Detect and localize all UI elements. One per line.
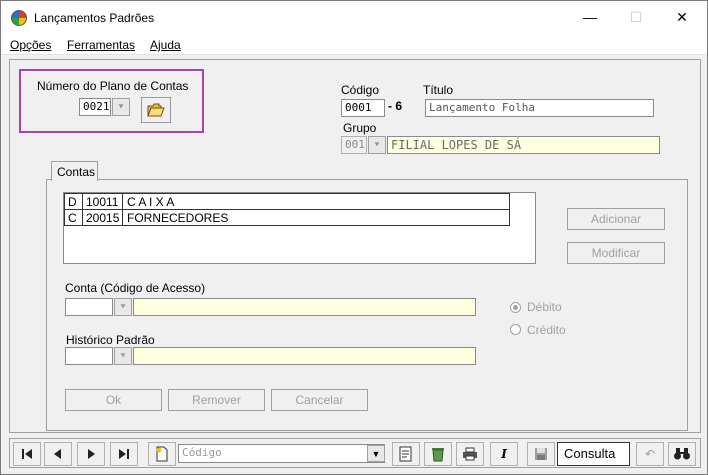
grupo-label: Grupo (343, 121, 377, 135)
printer-icon (463, 447, 477, 461)
conta-label: Conta (Código de Acesso) (65, 281, 206, 295)
minimize-button[interactable]: — (567, 1, 613, 33)
list-item[interactable]: C 20015 FORNECEDORES (64, 209, 510, 226)
grupo-name-field: FILIAL LOPES DE SÁ (387, 136, 660, 154)
last-icon (119, 449, 129, 459)
menu-bar: Opções Ferramentas Ajuda (1, 35, 707, 55)
plano-label: Número do Plano de Contas (37, 79, 189, 93)
menu-ajuda-label: Ajuda (150, 38, 181, 52)
conta-tipo: C (68, 211, 77, 225)
window-title: Lançamentos Padrões (34, 11, 155, 25)
recycle-icon[interactable] (424, 442, 452, 466)
debito-label: Débito (527, 300, 562, 314)
folder-icon (147, 103, 165, 117)
new-document-icon[interactable] (148, 442, 176, 466)
menu-ajuda[interactable]: Ajuda (150, 38, 181, 52)
col-divider (82, 194, 83, 209)
plano-dropdown-icon[interactable]: ⯆ (112, 98, 130, 116)
prev-record-icon[interactable] (44, 442, 72, 466)
undo-icon[interactable]: ↶ (636, 442, 664, 466)
codigo-suffix: - 6 (388, 99, 403, 113)
grupo-dropdown-icon[interactable]: ⯆ (368, 136, 386, 154)
titulo-input[interactable]: Lançamento Folha (425, 99, 654, 117)
maximize-button[interactable]: ☐ (613, 1, 659, 33)
app-icon (11, 10, 27, 26)
credito-radio[interactable] (510, 324, 521, 335)
historico-name-field (133, 347, 476, 365)
close-button[interactable]: ✕ (659, 1, 705, 33)
find-icon (674, 448, 690, 460)
conta-code-input[interactable] (65, 298, 113, 316)
remover-button[interactable]: Remover (168, 389, 265, 411)
next-record-icon[interactable] (77, 442, 105, 466)
prev-icon (54, 449, 61, 459)
menu-opcoes[interactable]: Opções (10, 38, 51, 52)
report-icon[interactable] (392, 442, 420, 466)
print-icon[interactable] (456, 442, 484, 466)
codigo-label: Código (341, 83, 380, 97)
next-icon (88, 449, 95, 459)
first-record-icon[interactable] (13, 442, 41, 466)
historico-label: Histórico Padrão (66, 333, 155, 347)
document-icon (156, 446, 168, 462)
menu-opcoes-label: Opções (10, 38, 52, 52)
col-divider (122, 194, 123, 209)
conta-nome: C A I X A (127, 195, 175, 209)
save-icon[interactable] (527, 442, 555, 466)
menu-ferramentas-label: Ferramentas (67, 38, 136, 52)
contas-list[interactable]: D 10011 C A I X A C 20015 FORNECEDORES (63, 192, 536, 264)
search-dropdown-icon[interactable]: ▼ (367, 445, 385, 462)
debito-radio[interactable] (510, 302, 521, 313)
credito-label: Crédito (527, 323, 566, 337)
italic-info-icon[interactable]: I (490, 442, 518, 466)
titulo-label: Título (423, 83, 454, 97)
binoculars-icon[interactable] (668, 442, 696, 466)
title-bar: Lançamentos Padrões — ☐ ✕ (1, 1, 707, 35)
conta-name-field (133, 298, 476, 316)
modificar-button[interactable]: Modificar (567, 242, 665, 264)
ok-button[interactable]: Ok (65, 389, 162, 411)
mode-display: Consulta (557, 442, 630, 466)
conta-dropdown-icon[interactable]: ⯆ (114, 298, 132, 316)
list-item[interactable]: D 10011 C A I X A (64, 193, 510, 210)
conta-tipo: D (68, 195, 77, 209)
col-divider (122, 210, 123, 225)
bottom-toolbar: Código ▼ I Consulta ↶ (9, 438, 701, 468)
floppy-icon (535, 448, 547, 460)
report-doc-icon (399, 446, 412, 462)
conta-codigo: 20015 (86, 211, 120, 225)
historico-code-input[interactable] (65, 347, 113, 365)
last-record-icon[interactable] (110, 442, 138, 466)
grupo-code-input[interactable]: 001 (341, 136, 367, 154)
col-divider (82, 210, 83, 225)
first-icon (22, 449, 32, 459)
main-window: Lançamentos Padrões — ☐ ✕ Opções Ferrame… (0, 0, 708, 475)
search-code-input[interactable]: Código (178, 444, 385, 463)
plano-input[interactable]: 0021 (79, 98, 111, 116)
open-folder-button[interactable] (141, 97, 171, 123)
conta-nome: FORNECEDORES (127, 211, 229, 225)
trash-icon (432, 448, 444, 462)
adicionar-button[interactable]: Adicionar (567, 208, 665, 230)
cancelar-button[interactable]: Cancelar (271, 389, 368, 411)
conta-codigo: 10011 (86, 195, 119, 209)
codigo-input[interactable]: 0001 (341, 99, 385, 117)
tab-contas[interactable]: Contas (51, 161, 98, 181)
historico-dropdown-icon[interactable]: ⯆ (114, 347, 132, 365)
menu-ferramentas[interactable]: Ferramentas (67, 38, 135, 52)
